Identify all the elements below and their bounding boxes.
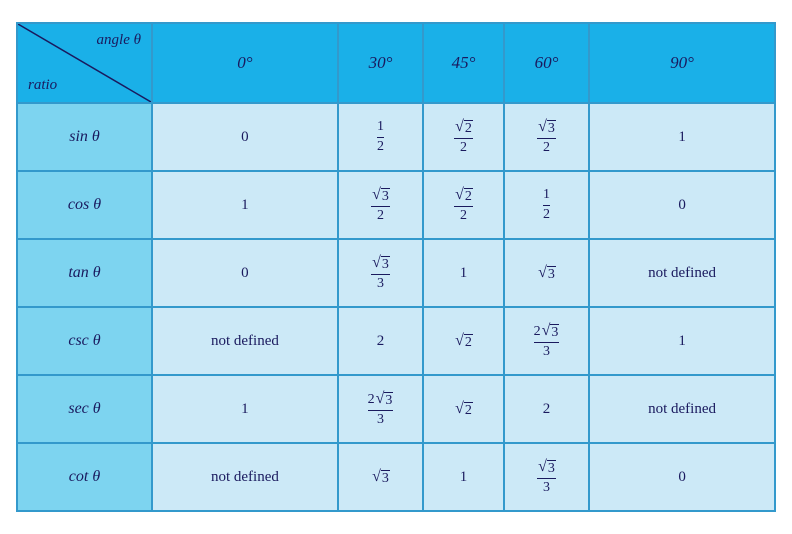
header-45deg: 45° <box>423 23 504 103</box>
sec-label: sec θ <box>17 375 152 443</box>
tan-0: 0 <box>152 239 338 307</box>
header-90deg: 90° <box>589 23 775 103</box>
header-0deg: 0° <box>152 23 338 103</box>
sin-label: sin θ <box>17 103 152 171</box>
header-30deg: 30° <box>338 23 423 103</box>
cos-30: 3 2 <box>338 171 423 239</box>
fraction-sqrt3-3-tan30: 3 3 <box>371 253 390 293</box>
corner-cell: angle θ ratio <box>17 23 152 103</box>
cos-90: 0 <box>589 171 775 239</box>
sin-90: 1 <box>589 103 775 171</box>
cos-label: cos θ <box>17 171 152 239</box>
cot-60: 3 3 <box>504 443 589 511</box>
tan-60: 3 <box>504 239 589 307</box>
sec-90: not defined <box>589 375 775 443</box>
cot-row: cot θ not defined 3 1 3 3 0 <box>17 443 775 511</box>
cot-30: 3 <box>338 443 423 511</box>
fraction-sqrt2-2: 2 2 <box>454 117 473 157</box>
csc-30: 2 <box>338 307 423 375</box>
sec-0: 1 <box>152 375 338 443</box>
header-60deg: 60° <box>504 23 589 103</box>
cos-row: cos θ 1 3 2 2 2 1 2 0 <box>17 171 775 239</box>
sin-45: 2 2 <box>423 103 504 171</box>
sin-0: 0 <box>152 103 338 171</box>
fraction-sqrt2-2-cos45: 2 2 <box>454 185 473 225</box>
cot-90: 0 <box>589 443 775 511</box>
sin-60: 3 2 <box>504 103 589 171</box>
sec-30: 23 3 <box>338 375 423 443</box>
tan-90: not defined <box>589 239 775 307</box>
fraction-2sqrt3-3-sec30: 23 3 <box>368 389 394 429</box>
tan-label: tan θ <box>17 239 152 307</box>
csc-0: not defined <box>152 307 338 375</box>
sec-row: sec θ 1 23 3 2 2 not defined <box>17 375 775 443</box>
sin-row: sin θ 0 1 2 2 2 3 2 1 <box>17 103 775 171</box>
fraction-sqrt3-2-cos30: 3 2 <box>371 185 390 225</box>
tan-row: tan θ 0 3 3 1 3 not defined <box>17 239 775 307</box>
fraction-2sqrt3-3-csc60: 23 3 <box>534 321 560 361</box>
sec-60: 2 <box>504 375 589 443</box>
cot-45: 1 <box>423 443 504 511</box>
header-row: angle θ ratio 0° 30° 45° 60° 90° <box>17 23 775 103</box>
corner-angle-label: angle θ <box>97 32 141 49</box>
fraction-sqrt3-3-cot60: 3 3 <box>537 457 556 497</box>
tan-45: 1 <box>423 239 504 307</box>
csc-60: 23 3 <box>504 307 589 375</box>
trig-ratios-table: angle θ ratio 0° 30° 45° 60° 90° sin θ 0… <box>16 22 776 512</box>
csc-row: csc θ not defined 2 2 23 3 1 <box>17 307 775 375</box>
csc-90: 1 <box>589 307 775 375</box>
cot-0: not defined <box>152 443 338 511</box>
fraction-1-2: 1 2 <box>377 119 384 156</box>
tan-30: 3 3 <box>338 239 423 307</box>
sin-30: 1 2 <box>338 103 423 171</box>
corner-ratio-label: ratio <box>28 77 57 94</box>
cos-0: 1 <box>152 171 338 239</box>
fraction-sqrt3-2: 3 2 <box>537 117 556 157</box>
sec-45: 2 <box>423 375 504 443</box>
cos-45: 2 2 <box>423 171 504 239</box>
fraction-1-2-cos60: 1 2 <box>543 187 550 224</box>
csc-45: 2 <box>423 307 504 375</box>
csc-label: csc θ <box>17 307 152 375</box>
cot-label: cot θ <box>17 443 152 511</box>
cos-60: 1 2 <box>504 171 589 239</box>
